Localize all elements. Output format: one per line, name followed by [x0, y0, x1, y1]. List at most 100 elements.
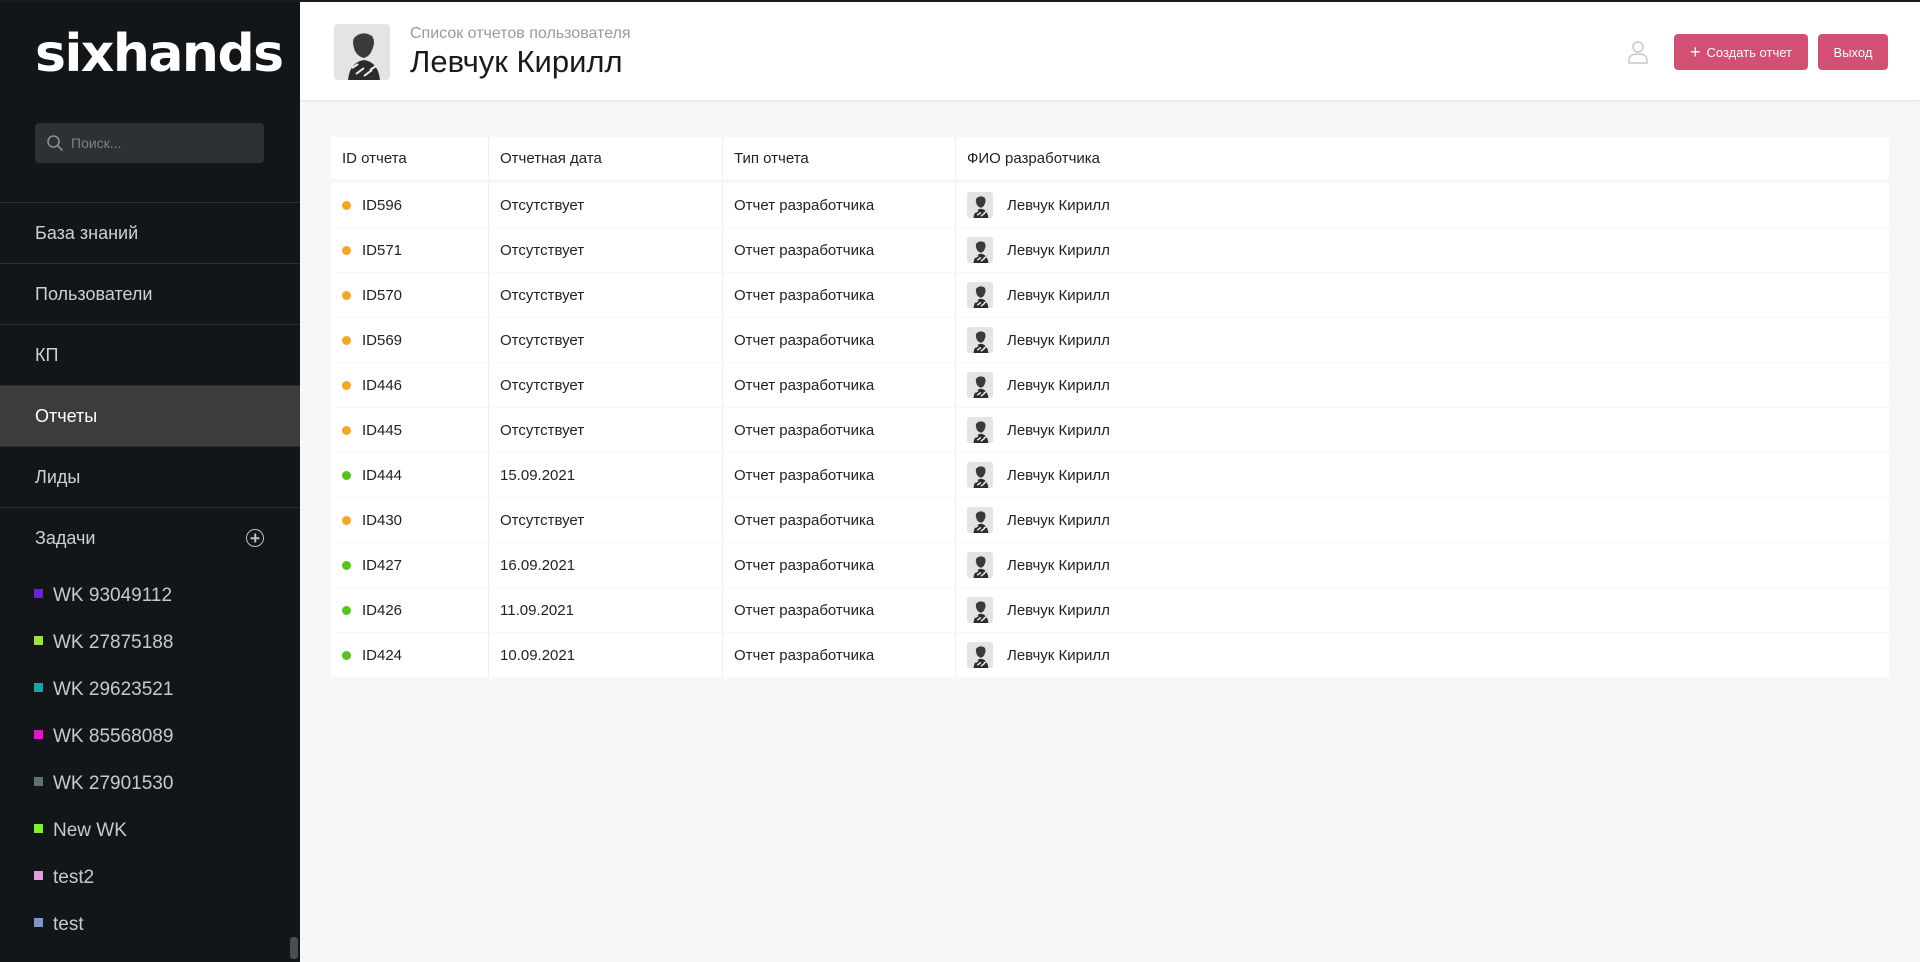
column-header-type[interactable]: Тип отчета: [723, 137, 956, 179]
plus-icon: +: [1690, 42, 1701, 62]
task-label: WK 27901530: [53, 772, 174, 794]
cell-id: ID445: [331, 408, 489, 452]
tasks-list: WK 93049112 WK 27875188 WK 29623521 WK 8556…: [0, 572, 300, 948]
table-row[interactable]: ID570 Отсутствует Отчет разработчика Левчук…: [331, 273, 1889, 317]
task-label: test2: [53, 866, 95, 888]
task-item[interactable]: WK 27875188: [0, 619, 300, 666]
user-outline-icon[interactable]: [1627, 40, 1649, 64]
task-label: WK 27875188: [53, 631, 174, 653]
table-row[interactable]: ID427 16.09.2021 Отчет разработчика Левчук …: [331, 543, 1889, 587]
cell-type: Отчет разработчика: [723, 408, 956, 452]
task-item[interactable]: New WK: [0, 807, 300, 854]
task-color-marker: [34, 589, 43, 598]
task-item[interactable]: WK 27901530: [0, 760, 300, 807]
task-color-marker: [34, 730, 43, 739]
column-header-id[interactable]: ID отчета: [331, 137, 489, 179]
report-id: ID424: [362, 646, 403, 664]
task-item[interactable]: WK 93049112: [0, 572, 300, 619]
cell-type: Отчет разработчика: [723, 273, 956, 317]
table-row[interactable]: ID446 Отсутствует Отчет разработчика Левчук…: [331, 363, 1889, 407]
search-input[interactable]: [71, 123, 257, 163]
task-label: WK 93049112: [53, 584, 173, 606]
task-color-marker: [34, 636, 43, 645]
search-box[interactable]: [35, 123, 264, 163]
cell-type: Отчет разработчика: [723, 543, 956, 587]
task-item[interactable]: test2: [0, 854, 300, 901]
developer-avatar: [967, 372, 993, 398]
cell-date: Отсутствует: [489, 408, 723, 452]
task-label: test: [53, 913, 84, 935]
sidebar-item[interactable]: Отчеты: [0, 385, 300, 446]
exit-button[interactable]: Выход: [1818, 34, 1888, 70]
logo[interactable]: sixhands: [35, 24, 284, 84]
task-color-marker: [34, 777, 43, 786]
table-row[interactable]: ID445 Отсутствует Отчет разработчика Левчук…: [331, 408, 1889, 452]
cell-developer: Левчук Кирилл: [956, 408, 1889, 452]
search-icon: [47, 135, 63, 151]
table-row[interactable]: ID424 10.09.2021 Отчет разработчика Левчук …: [331, 633, 1889, 677]
table-row[interactable]: ID569 Отсутствует Отчет разработчика Левчук…: [331, 318, 1889, 362]
status-dot-icon: [342, 335, 351, 345]
sidebar-item[interactable]: КП: [0, 324, 300, 385]
sidebar-item[interactable]: База знаний: [0, 202, 300, 263]
cell-type: Отчет разработчика: [723, 633, 956, 677]
status-dot-icon: [342, 470, 351, 480]
task-item[interactable]: WK 85568089: [0, 713, 300, 760]
table-row[interactable]: ID426 11.09.2021 Отчет разработчика Левчук …: [331, 588, 1889, 632]
table-row[interactable]: ID430 Отсутствует Отчет разработчика Левчук…: [331, 498, 1889, 542]
user-avatar: [334, 24, 390, 80]
avatar-photo: [334, 24, 390, 80]
column-header-developer[interactable]: ФИО разработчика: [956, 137, 1889, 179]
table-body: ID596 Отсутствует Отчет разработчика Левчук…: [331, 183, 1889, 677]
task-item[interactable]: test: [0, 901, 300, 948]
cell-type: Отчет разработчика: [723, 228, 956, 272]
cell-date: Отсутствует: [489, 498, 723, 542]
tasks-label: Задачи: [35, 527, 96, 548]
cell-type: Отчет разработчика: [723, 588, 956, 632]
developer-avatar: [967, 282, 993, 308]
sidebar-item-tasks[interactable]: Задачи: [0, 507, 300, 568]
cell-date: Отсутствует: [489, 318, 723, 362]
developer-avatar: [967, 507, 993, 533]
table-row[interactable]: ID444 15.09.2021 Отчет разработчика Левчук …: [331, 453, 1889, 497]
developer-name: Левчук Кирилл: [1007, 286, 1110, 304]
report-id: ID444: [362, 466, 403, 484]
report-id: ID570: [362, 286, 403, 304]
task-color-marker: [34, 871, 43, 880]
column-header-date[interactable]: Отчетная дата: [489, 137, 723, 179]
cell-id: ID446: [331, 363, 489, 407]
developer-avatar: [967, 237, 993, 263]
sidebar-scrollbar[interactable]: [290, 937, 298, 959]
status-dot-icon: [342, 605, 351, 615]
developer-avatar: [967, 327, 993, 353]
plus-circle-icon[interactable]: [246, 529, 264, 547]
developer-avatar: [967, 642, 993, 668]
sidebar-item[interactable]: Пользователи: [0, 263, 300, 324]
cell-date: Отсутствует: [489, 228, 723, 272]
cell-type: Отчет разработчика: [723, 498, 956, 542]
status-dot-icon: [342, 560, 351, 570]
status-dot-icon: [342, 425, 351, 435]
developer-name: Левчук Кирилл: [1007, 196, 1110, 214]
developer-avatar: [967, 462, 993, 488]
sidebar: sixhands База знанийПользователиКПОтчеты…: [0, 0, 300, 962]
developer-name: Левчук Кирилл: [1007, 511, 1110, 529]
task-color-marker: [34, 683, 43, 692]
developer-name: Левчук Кирилл: [1007, 376, 1110, 394]
cell-type: Отчет разработчика: [723, 453, 956, 497]
cell-developer: Левчук Кирилл: [956, 273, 1889, 317]
sidebar-item[interactable]: Лиды: [0, 446, 300, 507]
report-id: ID569: [362, 331, 403, 349]
top-border: [0, 0, 1920, 2]
task-item[interactable]: WK 29623521: [0, 666, 300, 713]
status-dot-icon: [342, 245, 351, 255]
cell-id: ID430: [331, 498, 489, 542]
table-row[interactable]: ID571 Отсутствует Отчет разработчика Левчук…: [331, 228, 1889, 272]
cell-id: ID444: [331, 453, 489, 497]
task-color-marker: [34, 824, 43, 833]
table-row[interactable]: ID596 Отсутствует Отчет разработчика Левчук…: [331, 183, 1889, 227]
developer-name: Левчук Кирилл: [1007, 466, 1110, 484]
create-report-button[interactable]: + Создать отчет: [1674, 34, 1808, 70]
reports-table: ID отчета Отчетная дата Тип отчета ФИО р…: [331, 137, 1889, 677]
cell-developer: Левчук Кирилл: [956, 633, 1889, 677]
